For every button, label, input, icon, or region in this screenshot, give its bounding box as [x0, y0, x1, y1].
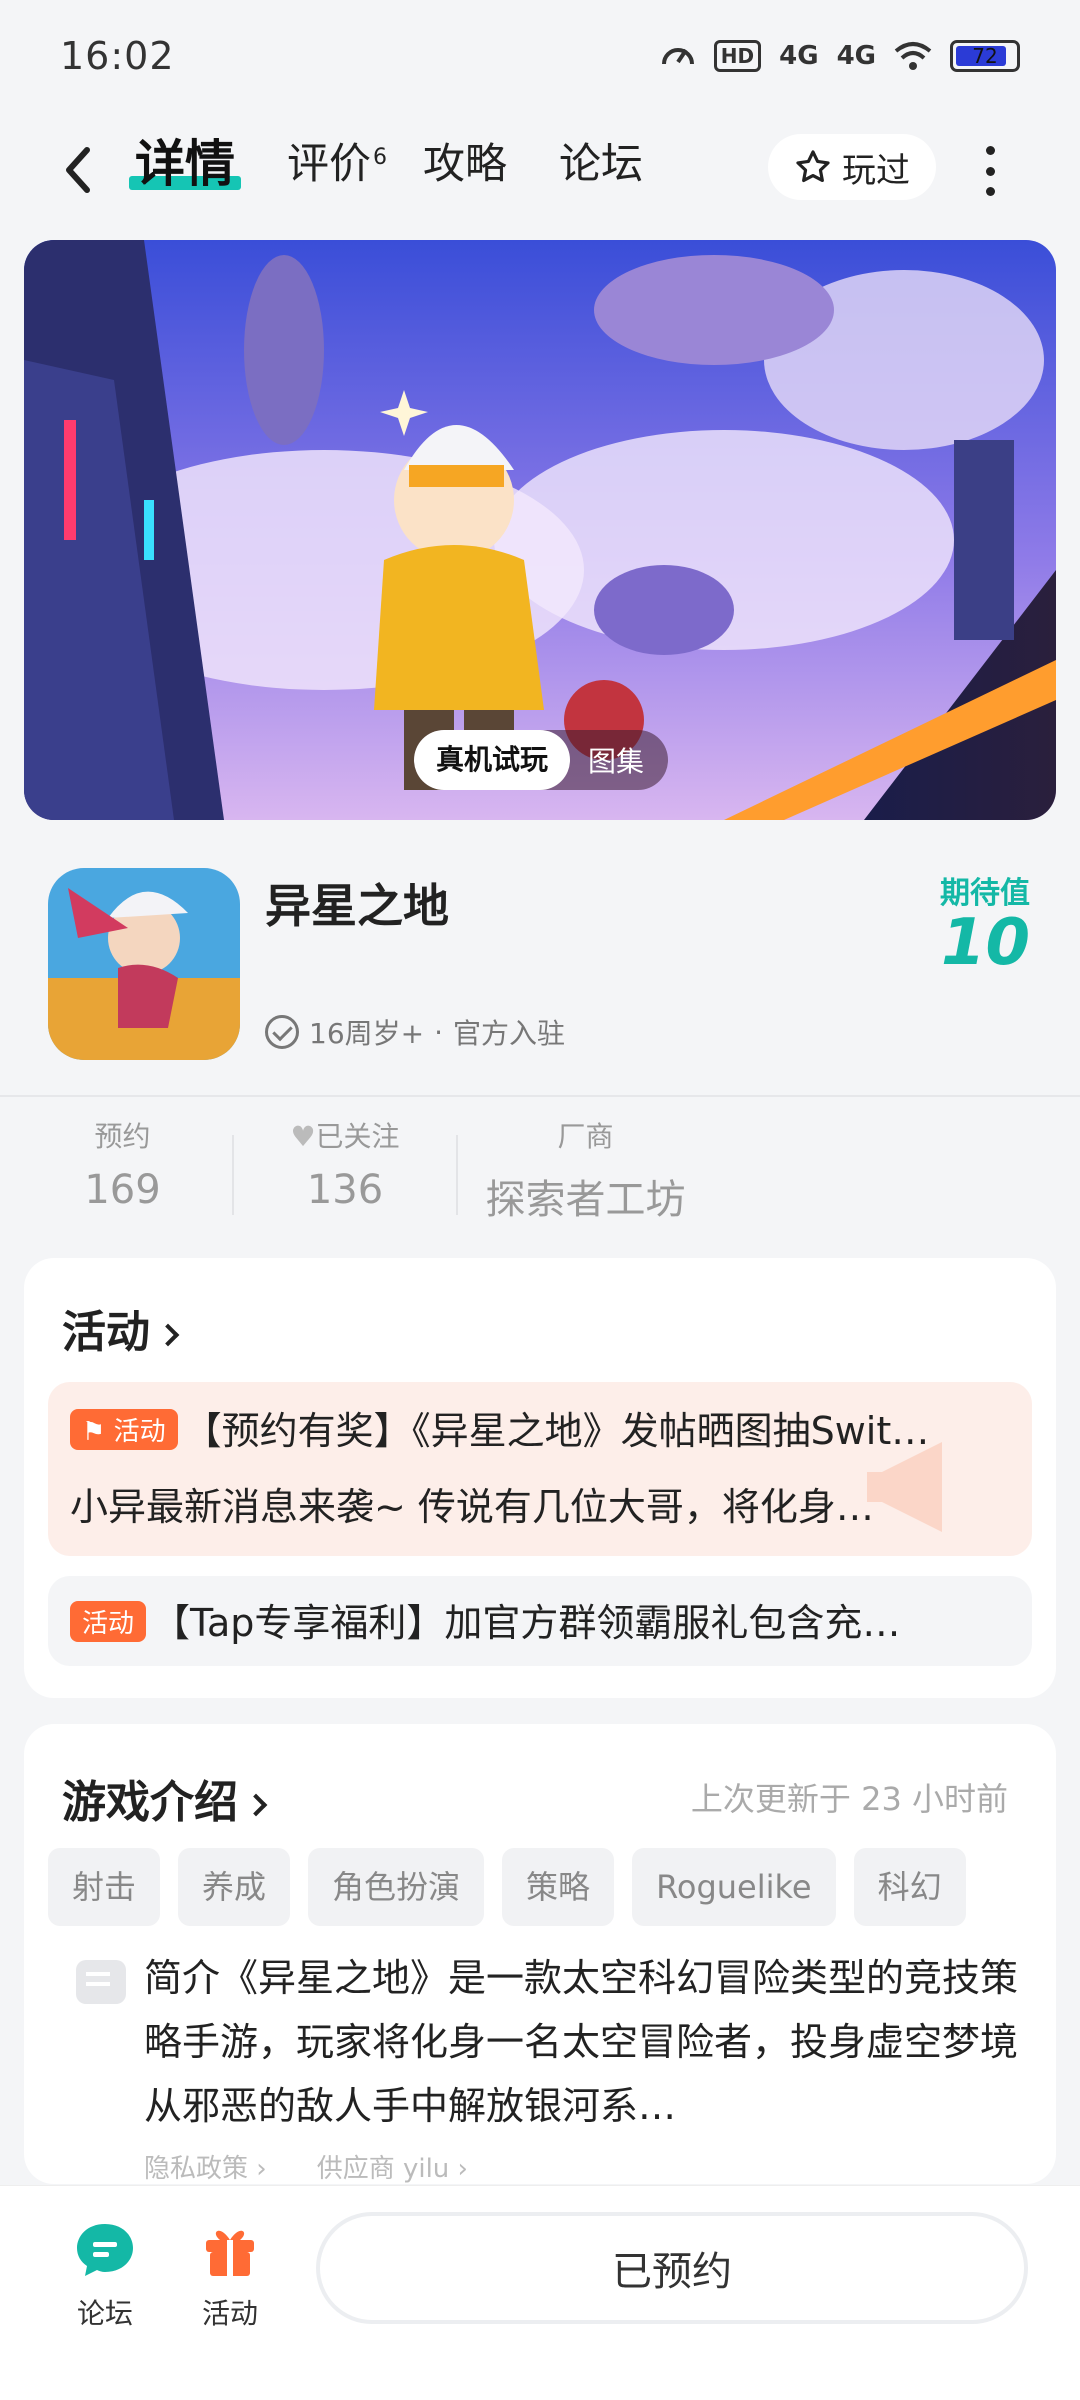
- description-icon: [76, 1960, 126, 2004]
- bottom-bar: 论坛 活动 已预约: [0, 2185, 1080, 2400]
- forum-button[interactable]: 论坛: [50, 2220, 160, 2332]
- genre-tags: 射击 养成 角色扮演 策略 Roguelike 科幻: [48, 1848, 966, 1926]
- reserve-count: 169: [84, 1167, 161, 1213]
- activity-tag: ⚑ 活动: [70, 1409, 178, 1450]
- intro-text[interactable]: 简介《异星之地》是一款太空科幻冒险类型的竞技策略手游，玩家将化身一名太空冒险者，…: [144, 1946, 1024, 2138]
- stat-reserve: 预约 169: [60, 1115, 185, 1213]
- gift-icon: [206, 2230, 254, 2276]
- expectation-value: 10: [940, 906, 1030, 980]
- tab-forum[interactable]: 论坛: [559, 134, 643, 194]
- stat-vendor[interactable]: 厂商 探索者工坊: [478, 1115, 693, 1225]
- status-bar: 16:02 HD 4G 4G 72: [0, 0, 1080, 110]
- signal-4g-icon: 4G: [779, 41, 819, 71]
- tab-reviews[interactable]: 评价 6: [287, 134, 387, 194]
- top-nav: 详情 评价 6 攻略 论坛 玩过: [0, 120, 1080, 220]
- battery-icon: 72: [950, 40, 1020, 72]
- status-icons: HD 4G 4G 72: [660, 38, 1020, 74]
- media-switcher: 真机试玩 图集: [414, 730, 669, 790]
- game-header: 异星之地 16周岁+ · 官方入驻 期待值 10: [0, 840, 1080, 1095]
- stat-follow: ♥已关注 136: [270, 1115, 420, 1213]
- trial-play-button[interactable]: 真机试玩: [414, 730, 571, 790]
- genre-tag[interactable]: 养成: [178, 1848, 291, 1926]
- stats-row: 预约 169 ♥已关注 136 厂商 探索者工坊: [0, 1115, 1080, 1235]
- tab-details[interactable]: 详情: [129, 134, 241, 194]
- stat-divider: [456, 1135, 458, 1215]
- status-time: 16:02: [60, 34, 175, 78]
- chevron-right-icon: [244, 1793, 268, 1817]
- heart-icon: ♥: [290, 1120, 316, 1153]
- star-outline-icon: [796, 150, 830, 183]
- gallery-button[interactable]: 图集: [570, 740, 668, 780]
- genre-tag[interactable]: 角色扮演: [308, 1848, 485, 1926]
- activity-title: 【Tap专享福利】加官方群领霸服礼包含充…: [152, 1601, 901, 1645]
- speed-icon: [661, 48, 694, 65]
- chevron-right-icon: [156, 1323, 180, 1347]
- chat-bubble-icon: [77, 2224, 133, 2276]
- activities-card: 活动 ⚑ 活动 【预约有奖】《异星之地》发帖晒图抽Swit… 小异最新消息来袭~ …: [24, 1258, 1056, 1698]
- signal-4g-icon-2: 4G: [836, 41, 876, 71]
- genre-tag[interactable]: 科幻: [853, 1848, 966, 1926]
- vendor-name: 探索者工坊: [485, 1177, 686, 1223]
- follow-count: 136: [306, 1167, 384, 1213]
- activities-title[interactable]: 活动: [62, 1296, 180, 1360]
- genre-tag[interactable]: 策略: [502, 1848, 615, 1926]
- tab-bar: 详情 评价 6 攻略 论坛: [129, 134, 695, 194]
- age-rating: 16周岁+: [309, 1017, 425, 1050]
- genre-tag[interactable]: 射击: [48, 1848, 161, 1926]
- hd-icon: HD: [713, 40, 762, 72]
- activity-tag: 活动: [70, 1601, 147, 1642]
- activity-title: 【预约有奖】《异星之地》发帖晒图抽Swit…: [183, 1409, 930, 1453]
- genre-tag[interactable]: Roguelike: [632, 1848, 836, 1926]
- hero-banner[interactable]: 真机试玩 图集: [24, 240, 1056, 820]
- activity-desc: 小异最新消息来袭~ 传说有几位大哥，将化身…: [70, 1485, 874, 1529]
- game-title: 异星之地: [265, 879, 449, 933]
- official-badge: 官方入驻: [453, 1017, 566, 1050]
- more-options-icon[interactable]: [980, 146, 1000, 196]
- divider: [0, 1095, 1080, 1097]
- activity-button[interactable]: 活动: [175, 2220, 285, 2332]
- game-icon[interactable]: [48, 868, 240, 1060]
- played-button[interactable]: 玩过: [768, 134, 936, 200]
- reserved-button[interactable]: 已预约: [316, 2212, 1028, 2324]
- stat-divider: [232, 1135, 234, 1215]
- game-meta: 16周岁+ · 官方入驻: [265, 1012, 565, 1052]
- tab-guides[interactable]: 攻略: [423, 134, 507, 194]
- privacy-link[interactable]: 隐私政策 ›: [144, 2148, 267, 2185]
- check-circle-icon: [265, 1015, 299, 1049]
- last-updated: 上次更新于 23 小时前: [690, 1780, 1008, 1818]
- activity-item[interactable]: ⚑ 活动 【预约有奖】《异星之地》发帖晒图抽Swit… 小异最新消息来袭~ 传说有…: [48, 1382, 1032, 1556]
- supplier-link[interactable]: 供应商 yilu ›: [317, 2148, 468, 2185]
- battery-level: 72: [972, 44, 998, 68]
- intro-card: 游戏介绍 上次更新于 23 小时前 射击 养成 角色扮演 策略 Roguelik…: [24, 1724, 1056, 2184]
- back-arrow-icon[interactable]: [55, 140, 105, 200]
- wifi-icon: [894, 42, 932, 70]
- review-count-badge: 6: [373, 145, 388, 170]
- activity-item[interactable]: 活动 【Tap专享福利】加官方群领霸服礼包含充…: [48, 1576, 1032, 1666]
- intro-title[interactable]: 游戏介绍: [62, 1766, 268, 1830]
- megaphone-icon: ⚑: [82, 1417, 106, 1447]
- footer-links: 隐私政策 › 供应商 yilu ›: [144, 2148, 468, 2185]
